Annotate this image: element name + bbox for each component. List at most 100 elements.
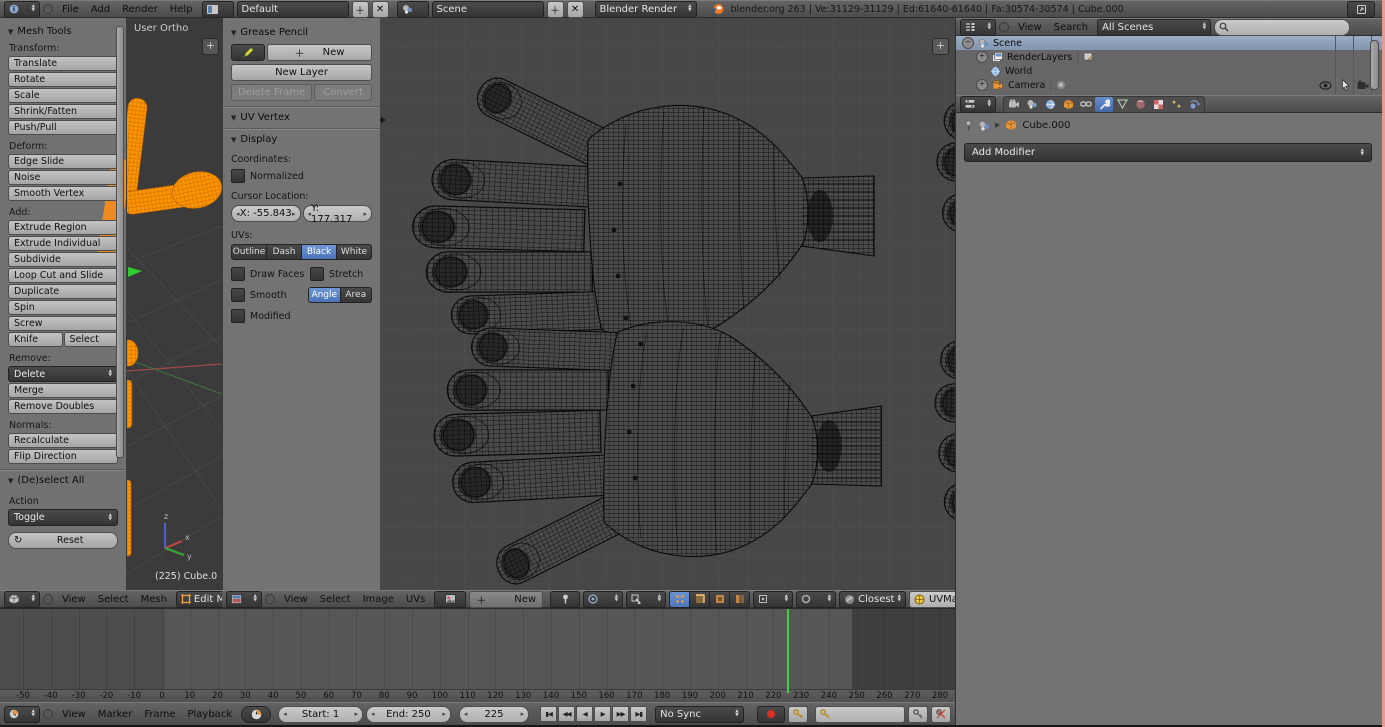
tab-physics[interactable] xyxy=(1185,97,1203,112)
editor-type-image-button[interactable]: ▲▼ xyxy=(226,591,262,608)
image-browse-button[interactable] xyxy=(434,591,466,608)
mesh-tools-panel-header[interactable]: ▼ Mesh Tools xyxy=(8,26,118,37)
sync-mode-select[interactable]: No Sync▲▼ xyxy=(655,706,744,723)
snap-toggle-select[interactable]: ▲▼ xyxy=(796,591,836,608)
tab-render[interactable] xyxy=(1005,97,1023,112)
outliner-scope-select[interactable]: All Scenes▲▼ xyxy=(1097,19,1211,36)
uv-menu-view[interactable]: View xyxy=(278,594,314,605)
topbar-menu-file[interactable]: File xyxy=(56,4,85,15)
expand-icon[interactable]: + xyxy=(976,79,988,91)
previous-keyframe-button[interactable]: ◀◀ xyxy=(558,706,575,722)
outliner-menu-view[interactable]: View xyxy=(1012,22,1048,33)
viewport-menu-mesh[interactable]: Mesh xyxy=(135,594,173,605)
tab-modifiers[interactable] xyxy=(1095,97,1113,112)
timeline-track[interactable] xyxy=(0,609,955,689)
select-mode-island-button[interactable] xyxy=(730,591,750,608)
viewport-3d[interactable]: z x y User Ortho + (225) Cube.0 xyxy=(127,18,222,590)
tab-world[interactable] xyxy=(1041,97,1059,112)
grease-pencil-draw-button[interactable] xyxy=(231,44,265,61)
editor-type-outliner-button[interactable]: ▲▼ xyxy=(960,19,996,36)
uv-edge-mode-outline[interactable]: Outline xyxy=(231,244,267,260)
tool-button-recalculate[interactable]: Recalculate xyxy=(8,433,118,448)
screen-layout-browse-button[interactable] xyxy=(202,1,234,18)
timeline-menu-playback[interactable]: Playback xyxy=(181,709,238,720)
outliner-item-camera[interactable]: + Camera | xyxy=(956,78,1382,92)
collapse-menus-toggle[interactable] xyxy=(43,594,53,604)
timeline-menu-marker[interactable]: Marker xyxy=(92,709,139,720)
selectable-toggle[interactable] xyxy=(1341,79,1350,91)
normalized-checkbox[interactable] xyxy=(231,169,245,183)
topbar-menu-render[interactable]: Render xyxy=(116,4,164,15)
delete-scene-button[interactable]: ✕ xyxy=(567,1,584,18)
render-engine-select[interactable]: Blender Render▲▼ xyxy=(595,1,697,18)
collapse-menus-toggle[interactable] xyxy=(999,22,1009,32)
tool-button-translate[interactable]: Translate xyxy=(8,56,118,71)
add-scene-button[interactable]: ＋ xyxy=(547,1,564,18)
pivot-point-select[interactable]: ▲▼ xyxy=(753,591,793,608)
proportional-edit-select[interactable]: ▲▼ xyxy=(583,591,623,608)
tab-particles[interactable] xyxy=(1167,97,1185,112)
viewport-properties-expand-button[interactable]: + xyxy=(202,38,219,55)
insert-keyframe-button[interactable] xyxy=(908,706,928,723)
timeline-menu-frame[interactable]: Frame xyxy=(138,709,181,720)
outliner-item-renderlayers[interactable]: + RenderLayers | xyxy=(956,50,1382,64)
collapse-menus-toggle[interactable] xyxy=(43,4,53,14)
convert-button[interactable]: Convert xyxy=(314,84,372,101)
tab-material[interactable] xyxy=(1131,97,1149,112)
increment-arrow-icon[interactable]: ▸ xyxy=(363,210,367,218)
add-screen-layout-button[interactable]: ＋ xyxy=(352,1,369,18)
add-modifier-select[interactable]: Add Modifier ▲▼ xyxy=(964,143,1372,162)
uv-menu-select[interactable]: Select xyxy=(314,594,357,605)
frame-start-field[interactable]: ◂ Start: 1 ▸ xyxy=(278,706,363,723)
uv-edge-mode-black[interactable]: Black xyxy=(302,244,337,260)
collapse-menus-toggle[interactable] xyxy=(265,594,275,604)
expand-icon[interactable]: + xyxy=(976,51,988,63)
autokey-record-button[interactable] xyxy=(757,706,785,723)
hide-toggle[interactable] xyxy=(1319,81,1332,90)
decrement-arrow-icon[interactable]: ◂ xyxy=(283,710,287,718)
outliner-item-scene[interactable]: − Scene xyxy=(956,36,1382,50)
new-layer-button[interactable]: New Layer xyxy=(231,64,372,81)
play-button[interactable]: ▶ xyxy=(594,706,611,722)
uv-menu-image[interactable]: Image xyxy=(357,594,400,605)
decrement-arrow-icon[interactable]: ◂ xyxy=(371,710,375,718)
action-select[interactable]: Toggle▲▼ xyxy=(8,509,118,526)
select-mode-edge-button[interactable] xyxy=(690,591,710,608)
mesh-cube-icon[interactable] xyxy=(1005,119,1017,131)
screen-layout-field[interactable]: Default xyxy=(237,1,349,18)
next-keyframe-button[interactable]: ▶▶ xyxy=(612,706,629,722)
topbar-menu-help[interactable]: Help xyxy=(164,4,199,15)
decrement-arrow-icon[interactable]: ◂ xyxy=(464,710,468,718)
tool-button-subdivide[interactable]: Subdivide xyxy=(8,252,118,267)
tab-constraints[interactable] xyxy=(1077,97,1095,112)
outliner-item-world[interactable]: World xyxy=(956,64,1382,78)
tool-button-remove-doubles[interactable]: Remove Doubles xyxy=(8,399,118,414)
collapse-icon[interactable]: − xyxy=(962,37,974,49)
modified-checkbox[interactable] xyxy=(231,309,245,323)
tool-button-merge[interactable]: Merge xyxy=(8,383,118,398)
tab-texture[interactable] xyxy=(1149,97,1167,112)
tool-button-shrink-fatten[interactable]: Shrink/Fatten xyxy=(8,104,118,119)
increment-arrow-icon[interactable]: ▸ xyxy=(442,710,446,718)
draw-faces-checkbox[interactable] xyxy=(231,267,245,281)
tool-button-scale[interactable]: Scale xyxy=(8,88,118,103)
preview-range-button[interactable] xyxy=(241,706,271,723)
delete-screen-layout-button[interactable]: ✕ xyxy=(372,1,389,18)
select-mode-vertex-button[interactable] xyxy=(669,591,690,608)
window-duplicate-button[interactable] xyxy=(1347,1,1375,18)
reset-button[interactable]: ↻ Reset xyxy=(8,532,118,549)
tool-button-flip-direction[interactable]: Flip Direction xyxy=(8,449,118,464)
uv-menu-uvs[interactable]: UVs xyxy=(400,594,431,605)
play-reverse-button[interactable]: ◀ xyxy=(576,706,593,722)
editor-type-timeline-button[interactable]: ▲▼ xyxy=(4,706,40,723)
tool-button-extrude-region[interactable]: Extrude Region xyxy=(8,220,118,235)
snap-target-select[interactable]: Closest ▲▼ xyxy=(839,591,906,608)
frame-end-field[interactable]: ◂ End: 250 ▸ xyxy=(366,706,451,723)
viewport-menu-select[interactable]: Select xyxy=(92,594,135,605)
grease-pencil-panel-header[interactable]: ▼ Grease Pencil xyxy=(231,27,372,38)
tool-button-push-pull[interactable]: Push/Pull xyxy=(8,120,118,135)
tool-button-loop-cut-and-slide[interactable]: Loop Cut and Slide xyxy=(8,268,118,283)
deselect-all-panel-header[interactable]: ▼ (De)select All xyxy=(8,475,118,486)
tool-button-extrude-individual[interactable]: Extrude Individual xyxy=(8,236,118,251)
timeline-ruler[interactable]: -50-40-30-20-100102030405060708090100110… xyxy=(0,689,955,702)
